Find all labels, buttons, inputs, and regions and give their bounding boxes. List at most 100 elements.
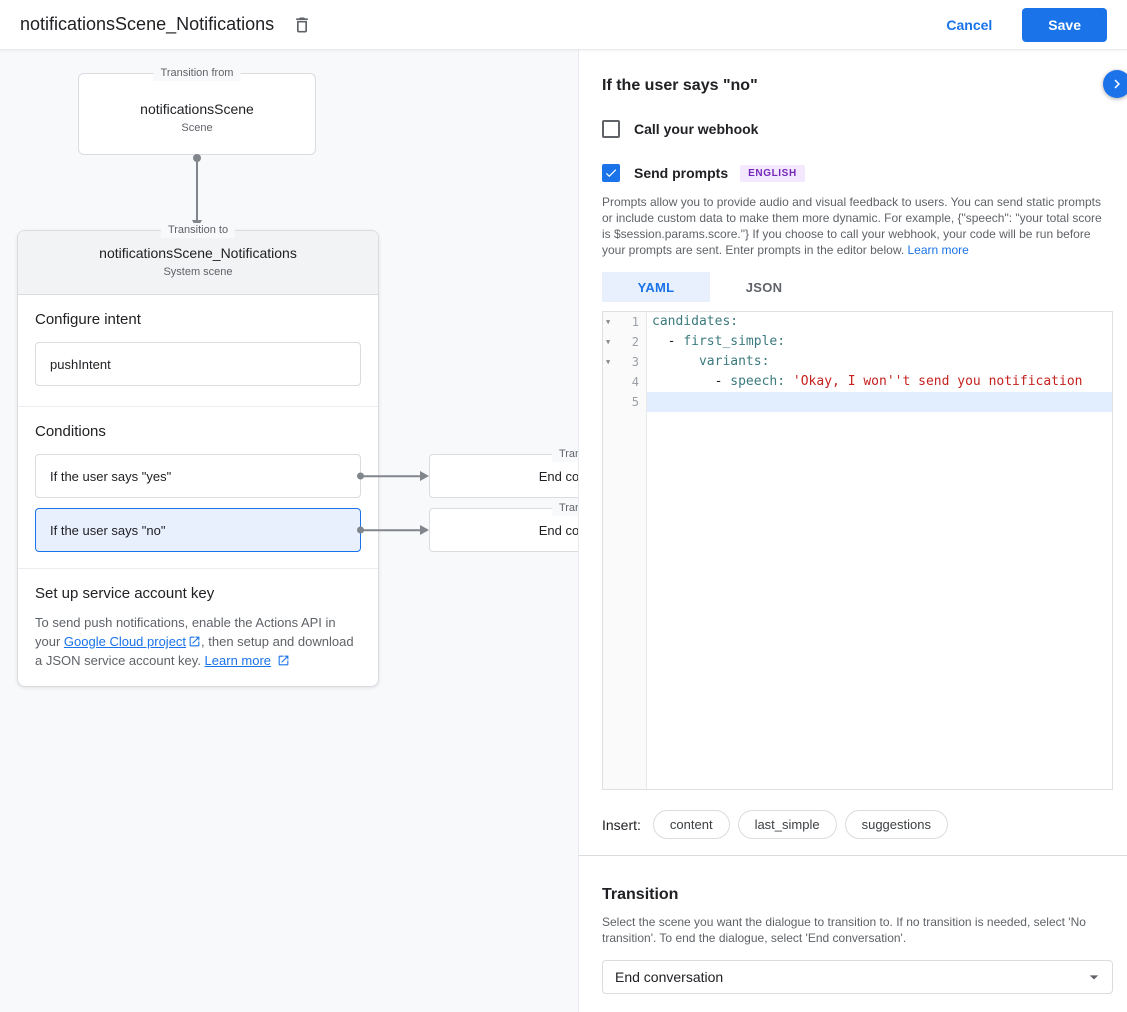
end-conversation-node-1[interactable]: Transition to End conversation — [429, 454, 578, 498]
insert-row: Insert: content last_simple suggestions — [602, 810, 1113, 839]
connector-line — [362, 529, 420, 531]
gutter-row: 4 — [603, 372, 646, 392]
call-webhook-label[interactable]: Call your webhook — [634, 121, 758, 137]
line-number: 1 — [632, 315, 639, 329]
tab-yaml[interactable]: YAML — [602, 272, 710, 302]
conditions-section: Conditions If the user says "yes" If the… — [18, 407, 378, 569]
condition-text: If the user says "no" — [50, 523, 165, 538]
gutter-row: ▼3 — [603, 352, 646, 372]
condition-user-says-yes[interactable]: If the user says "yes" — [35, 454, 361, 498]
line-number: 2 — [632, 335, 639, 349]
transition-description: Select the scene you want the dialogue t… — [602, 914, 1113, 946]
fold-toggle-icon[interactable]: ▼ — [606, 338, 610, 346]
call-webhook-checkbox[interactable] — [602, 120, 620, 138]
conditions-label: Conditions — [35, 423, 361, 441]
gutter-row: ▼1 — [603, 312, 646, 332]
panel-divider — [579, 855, 1127, 856]
transition-select[interactable]: End conversation — [602, 960, 1113, 994]
fold-toggle-icon[interactable]: ▼ — [606, 318, 610, 326]
service-account-title: Set up service account key — [35, 585, 361, 603]
prompts-description: Prompts allow you to provide audio and v… — [602, 194, 1113, 258]
arrowhead-right-icon — [420, 471, 429, 481]
code-gutter: ▼1▼2▼345 — [603, 312, 647, 789]
flow-node-notifications-scene[interactable]: Transition from notificationsScene Scene — [78, 73, 316, 155]
code-token: - — [652, 374, 730, 389]
flow-canvas: Transition from notificationsScene Scene… — [0, 50, 578, 1012]
connector-line-vertical — [196, 158, 198, 220]
line-number: 4 — [632, 375, 639, 389]
code-token: variants: — [699, 354, 769, 369]
code-token: 'Okay, I won''t send you notification — [793, 374, 1083, 389]
line-number: 3 — [632, 355, 639, 369]
send-prompts-checkbox[interactable] — [602, 164, 620, 182]
webhook-row: Call your webhook — [602, 120, 1113, 138]
insert-label: Insert: — [602, 817, 641, 833]
code-line[interactable]: candidates: — [647, 312, 1112, 332]
panel-title: If the user says "no" — [602, 76, 1113, 96]
code-token: candidates: — [652, 314, 738, 329]
tab-json[interactable]: JSON — [710, 272, 818, 302]
service-account-text: To send push notifications, enable the A… — [35, 613, 361, 670]
insert-chip-suggestions[interactable]: suggestions — [845, 810, 948, 839]
configure-intent-label: Configure intent — [35, 311, 361, 329]
prompt-code-editor[interactable]: ▼1▼2▼345 candidates: - first_simple: var… — [602, 311, 1113, 790]
code-token: first_simple: — [683, 334, 785, 349]
page-title: notificationsScene_Notifications — [20, 14, 274, 35]
scene-card-title: notificationsScene_Notifications — [18, 245, 378, 261]
editor-format-tabs: YAML JSON — [602, 272, 1113, 302]
end-node-legend: Transition to — [552, 447, 578, 462]
topbar: notificationsScene_Notifications Cancel … — [0, 0, 1127, 50]
intent-push-intent[interactable]: pushIntent — [35, 342, 361, 386]
prompts-learn-more-link[interactable]: Learn more — [907, 243, 968, 257]
collapse-panel-button[interactable] — [1103, 70, 1127, 98]
topbar-actions: Cancel Save — [946, 8, 1107, 42]
prompts-description-text: Prompts allow you to provide audio and v… — [602, 195, 1102, 257]
insert-chip-last-simple[interactable]: last_simple — [738, 810, 837, 839]
code-line[interactable]: - speech: 'Okay, I won''t send you notif… — [647, 372, 1112, 392]
scene-card-notifications: Transition to notificationsScene_Notific… — [17, 230, 379, 687]
dropdown-arrow-icon — [1084, 967, 1104, 987]
node-legend: Transition from — [154, 66, 241, 81]
send-prompts-label[interactable]: Send prompts — [634, 165, 728, 181]
fold-toggle-icon[interactable]: ▼ — [606, 358, 610, 366]
code-token: - — [652, 334, 683, 349]
code-token — [652, 354, 699, 369]
insert-chip-content[interactable]: content — [653, 810, 730, 839]
transition-title: Transition — [602, 886, 1113, 904]
send-prompts-row: Send prompts ENGLISH — [602, 164, 1113, 182]
checkmark-icon — [604, 166, 618, 180]
code-line[interactable]: - first_simple: — [647, 332, 1112, 352]
scene-card-legend: Transition to — [161, 223, 235, 238]
google-cloud-project-link[interactable]: Google Cloud project — [64, 634, 186, 649]
arrowhead-right-icon — [420, 525, 429, 535]
gutter-row: 5 — [603, 392, 646, 412]
external-link-icon — [188, 635, 201, 648]
chevron-right-icon — [1108, 75, 1126, 93]
cancel-button[interactable]: Cancel — [946, 17, 992, 33]
node-subtitle: Scene — [79, 122, 315, 134]
code-lines: candidates: - first_simple: variants: - … — [647, 312, 1112, 789]
condition-editor-panel: If the user says "no" Call your webhook … — [578, 50, 1127, 1012]
scene-card-subtitle: System scene — [18, 266, 378, 278]
node-title: notificationsScene — [79, 101, 315, 117]
save-button[interactable]: Save — [1022, 8, 1107, 42]
code-token: speech: — [730, 374, 785, 389]
transition-select-value: End conversation — [615, 969, 723, 985]
service-account-section: Set up service account key To send push … — [18, 569, 378, 686]
language-badge: ENGLISH — [740, 165, 805, 182]
condition-text: If the user says "yes" — [50, 469, 171, 484]
end-conversation-node-2[interactable]: Transition to End conversation — [429, 508, 578, 552]
learn-more-link[interactable]: Learn more — [205, 653, 271, 668]
scene-card-header[interactable]: notificationsScene_Notifications System … — [18, 231, 378, 295]
code-line[interactable] — [647, 392, 1112, 412]
end-node-title: End conversation — [539, 469, 578, 484]
external-link-icon — [277, 654, 290, 667]
end-node-legend: Transition to — [552, 501, 578, 516]
line-number: 5 — [632, 395, 639, 409]
condition-user-says-no[interactable]: If the user says "no" — [35, 508, 361, 552]
code-line[interactable]: variants: — [647, 352, 1112, 372]
code-token — [785, 374, 793, 389]
connector-line — [362, 475, 420, 477]
configure-intent-section: Configure intent pushIntent — [18, 295, 378, 407]
delete-scene-button[interactable] — [292, 15, 312, 35]
